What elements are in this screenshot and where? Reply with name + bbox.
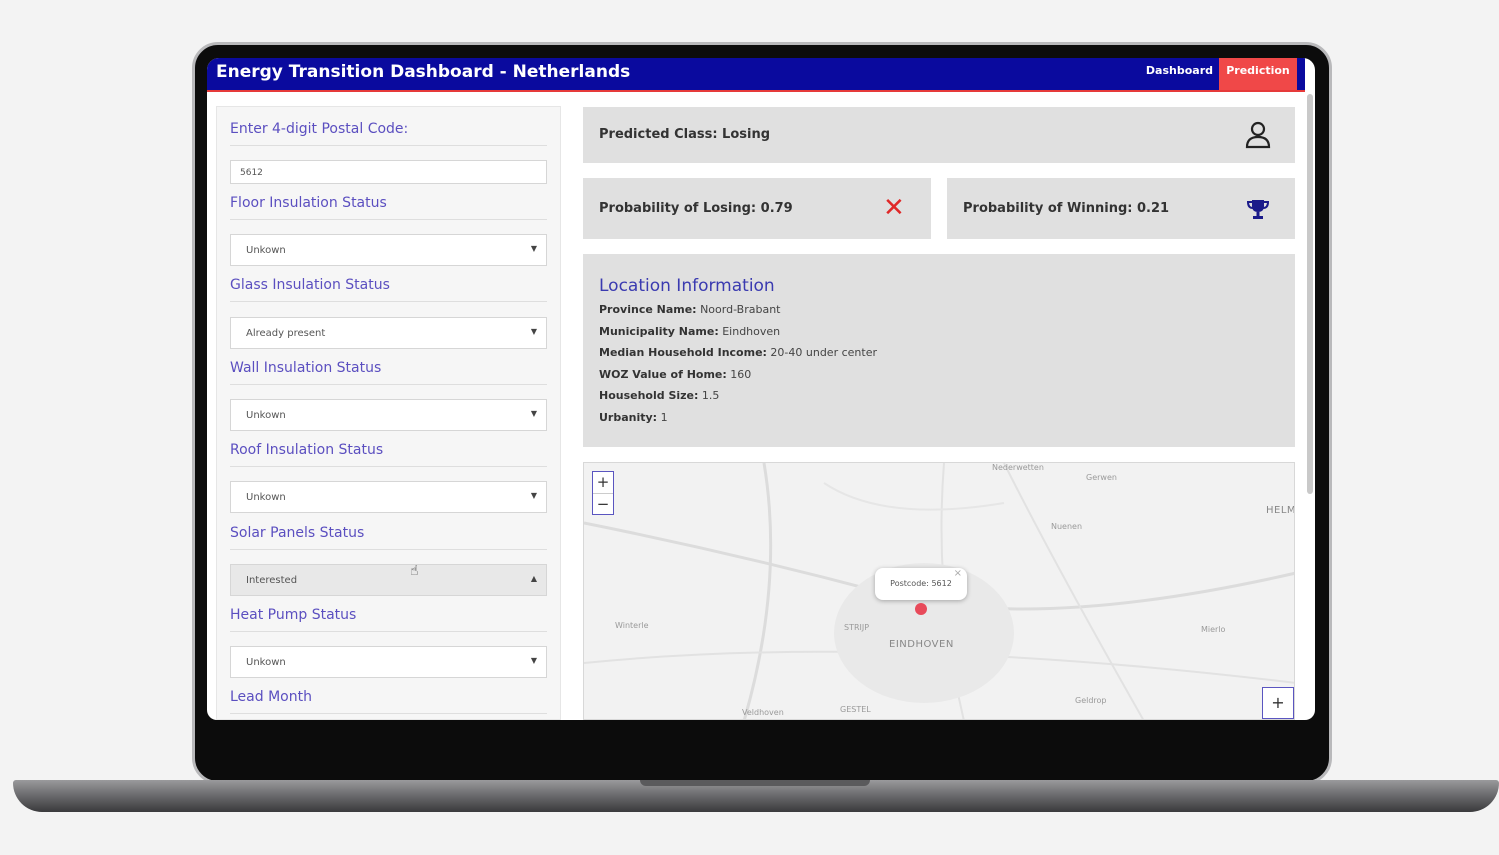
floor-insulation-label: Floor Insulation Status <box>230 195 387 211</box>
map-label-winterle: Winterle <box>615 621 649 630</box>
divider <box>230 549 547 550</box>
glass-insulation-select[interactable]: Already present ▼ <box>230 317 547 349</box>
zoom-in-button[interactable]: + <box>593 472 613 493</box>
nav-prediction[interactable]: Prediction <box>1219 58 1297 90</box>
map-marker[interactable] <box>915 603 927 615</box>
map-label-mierlo: Mierlo <box>1201 625 1226 634</box>
app-title: Energy Transition Dashboard - Netherland… <box>216 62 631 82</box>
map-label-eindhoven: EINDHOVEN <box>889 639 954 650</box>
map-label-gestel: GESTEL <box>840 705 871 714</box>
woz-row: WOZ Value of Home: 160 <box>599 368 751 381</box>
map-label-helm: HELM <box>1266 505 1295 516</box>
location-info-card: Location Information Province Name: Noor… <box>583 254 1295 447</box>
map-label-nederwetten: Nederwetten <box>992 463 1044 472</box>
roof-insulation-select[interactable]: Unkown ▼ <box>230 481 547 513</box>
wall-insulation-value: Unkown <box>246 410 286 421</box>
household-size-key: Household Size: <box>599 389 699 402</box>
caret-down-icon: ▼ <box>530 244 537 253</box>
divider <box>230 145 547 146</box>
province-row: Province Name: Noord-Brabant <box>599 303 780 316</box>
income-row: Median Household Income: 20-40 under cen… <box>599 346 877 359</box>
nav-dashboard[interactable]: Dashboard <box>1146 58 1213 90</box>
zoom-control: + − <box>592 471 614 515</box>
income-key: Median Household Income: <box>599 346 767 359</box>
woz-key: WOZ Value of Home: <box>599 368 727 381</box>
roof-insulation-label: Roof Insulation Status <box>230 442 384 458</box>
probability-losing-text: Probability of Losing: 0.79 <box>599 201 793 216</box>
wall-insulation-label: Wall Insulation Status <box>230 360 382 376</box>
location-info-title: Location Information <box>599 276 775 296</box>
caret-down-icon: ▼ <box>530 327 537 336</box>
floor-insulation-select[interactable]: Unkown ▼ <box>230 234 547 266</box>
wall-insulation-select[interactable]: Unkown ▼ <box>230 399 547 431</box>
zoom-out-button[interactable]: − <box>593 494 613 515</box>
urbanity-row: Urbanity: 1 <box>599 411 668 424</box>
divider <box>230 466 547 467</box>
municipality-row: Municipality Name: Eindhoven <box>599 325 780 338</box>
map-view[interactable]: + − Nederwetten Gerwen Nuenen HELM Winte… <box>583 462 1295 720</box>
household-size-value: 1.5 <box>701 389 720 402</box>
heat-pump-select[interactable]: Unkown ▼ <box>230 646 547 678</box>
heat-pump-label: Heat Pump Status <box>230 607 357 623</box>
caret-down-icon: ▼ <box>530 656 537 665</box>
divider <box>230 301 547 302</box>
probability-winning-text: Probability of Winning: 0.21 <box>963 201 1170 216</box>
probability-winning-card: Probability of Winning: 0.21 <box>947 178 1295 239</box>
predicted-class-text: Predicted Class: Losing <box>599 127 771 142</box>
municipality-value: Eindhoven <box>722 325 781 338</box>
divider <box>230 631 547 632</box>
urbanity-key: Urbanity: <box>599 411 658 424</box>
hand-cursor-icon: ☝ <box>410 563 419 579</box>
map-label-veldhoven: Veldhoven <box>742 708 784 717</box>
input-sidebar: Enter 4-digit Postal Code: 5612 Floor In… <box>216 106 561 720</box>
map-popup-text: Postcode: 5612 <box>890 579 952 588</box>
province-key: Province Name: <box>599 303 697 316</box>
page-scrollbar[interactable] <box>1307 94 1313 494</box>
divider <box>230 713 547 714</box>
woz-value: 160 <box>730 368 752 381</box>
solar-panels-select[interactable]: Interested ▲ <box>230 564 547 596</box>
divider <box>230 219 547 220</box>
income-value: 20-40 under center <box>770 346 877 359</box>
glass-insulation-label: Glass Insulation Status <box>230 277 390 293</box>
x-icon: ✕ <box>883 193 905 223</box>
predicted-class-card: Predicted Class: Losing <box>583 107 1295 163</box>
trophy-icon <box>1247 200 1269 219</box>
solar-panels-value: Interested <box>246 575 298 586</box>
postal-code-label: Enter 4-digit Postal Code: <box>230 121 409 137</box>
postal-code-input[interactable]: 5612 <box>230 160 547 184</box>
map-label-gerwen: Gerwen <box>1086 473 1117 482</box>
map-label-nuenen: Nuenen <box>1051 522 1083 531</box>
glass-insulation-value: Already present <box>246 328 326 339</box>
roof-insulation-value: Unkown <box>246 492 286 503</box>
urbanity-value: 1 <box>660 411 668 424</box>
laptop-notch <box>640 780 870 786</box>
map-label-strijp: STRIJP <box>844 623 870 632</box>
app-header: Energy Transition Dashboard - Netherland… <box>207 58 1305 92</box>
app-screen: Energy Transition Dashboard - Netherland… <box>207 58 1315 720</box>
map-label-geldrop: Geldrop <box>1075 696 1107 705</box>
floor-insulation-value: Unkown <box>246 245 286 256</box>
lead-month-label: Lead Month <box>230 689 312 705</box>
caret-up-icon: ▲ <box>530 574 537 583</box>
solar-panels-label: Solar Panels Status <box>230 525 365 541</box>
caret-down-icon: ▼ <box>530 491 537 500</box>
caret-down-icon: ▼ <box>530 409 537 418</box>
divider <box>230 384 547 385</box>
heat-pump-value: Unkown <box>246 657 286 668</box>
municipality-key: Municipality Name: <box>599 325 719 338</box>
map-popup: Postcode: 5612 × <box>875 568 967 600</box>
province-value: Noord-Brabant <box>700 303 781 316</box>
probability-losing-card: Probability of Losing: 0.79 ✕ <box>583 178 931 239</box>
household-size-row: Household Size: 1.5 <box>599 389 719 402</box>
close-icon[interactable]: × <box>954 558 962 590</box>
fullscreen-plus-button[interactable]: + <box>1262 687 1294 719</box>
person-icon <box>1245 121 1271 149</box>
